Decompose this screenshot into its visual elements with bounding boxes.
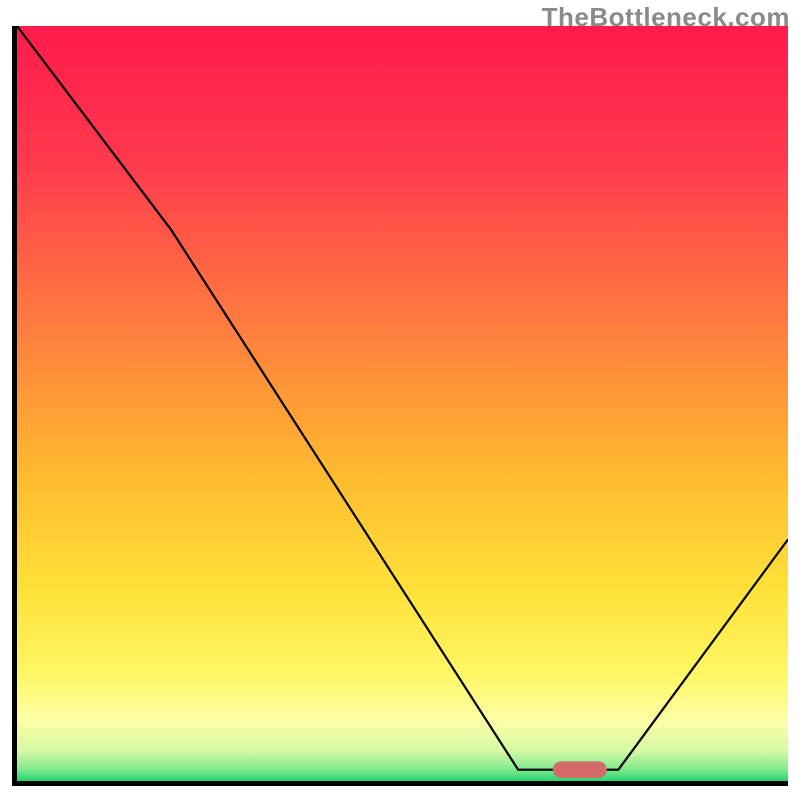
optimum-marker bbox=[553, 761, 607, 778]
bottleneck-curve bbox=[17, 26, 788, 770]
plot-area bbox=[12, 26, 788, 786]
curve-layer bbox=[17, 26, 788, 781]
chart-container: TheBottleneck.com bbox=[0, 0, 800, 800]
